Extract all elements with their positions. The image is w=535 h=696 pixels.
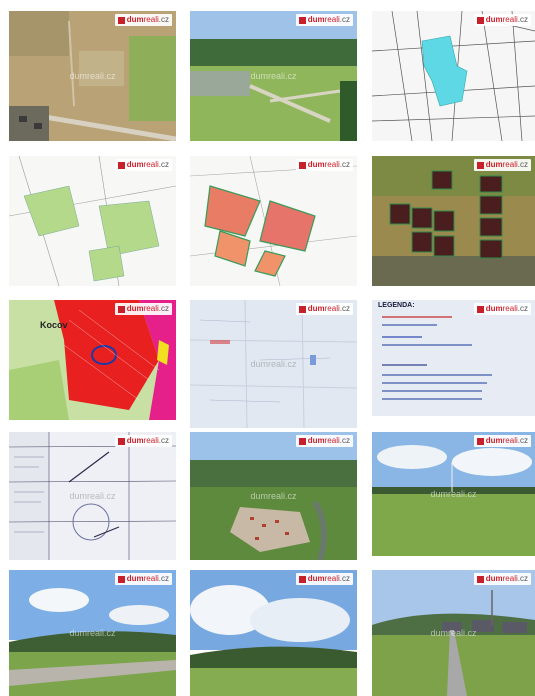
watermark-text: dumreali.cz: [69, 628, 116, 638]
document-text-line: [382, 390, 482, 392]
logo-icon: [117, 305, 125, 313]
watermark-text: dumreali.cz: [250, 491, 297, 501]
map-place-label: Kocov: [40, 320, 68, 330]
document-text-line: [382, 398, 482, 400]
watermark-logo: dum reali .cz: [295, 14, 353, 26]
watermark-text: dumreali.cz: [430, 489, 477, 499]
gallery-photo-2[interactable]: dum reali .cz dumreali.cz: [190, 11, 357, 141]
gallery-photo-14[interactable]: dum reali .cz: [190, 570, 357, 696]
logo-icon: [476, 575, 484, 583]
gallery-photo-10[interactable]: dum reali .cz dumreali.cz: [9, 432, 176, 560]
watermark-logo: dum reali .cz: [473, 303, 531, 315]
watermark-logo: dum reali .cz: [295, 435, 353, 447]
gallery-photo-3[interactable]: dum reali .cz: [372, 11, 535, 141]
gallery-photo-1[interactable]: dum reali .cz dumreali.cz: [9, 11, 176, 141]
plot-plan-image: [9, 156, 176, 286]
photo-gallery: dum reali .cz dumreali.cz dum reali .cz dumr…: [0, 0, 535, 696]
logo-icon: [117, 161, 125, 169]
gallery-photo-7[interactable]: Kocov dum reali .cz: [9, 300, 176, 420]
watermark-logo: dum reali .cz: [295, 303, 353, 315]
aerial-plots-image: [372, 156, 535, 286]
watermark-logo: dum reali .cz: [114, 435, 172, 447]
gallery-photo-5[interactable]: dum reali .cz: [190, 156, 357, 286]
watermark-text: dumreali.cz: [430, 628, 477, 638]
logo-icon: [117, 16, 125, 24]
gallery-photo-15[interactable]: dum reali .cz dumreali.cz: [372, 570, 535, 696]
watermark-text: dumreali.cz: [69, 491, 116, 501]
watermark-logo: dum reali .cz: [473, 14, 531, 26]
zoning-map-image: [9, 300, 176, 420]
gallery-photo-6[interactable]: dum reali .cz: [372, 156, 535, 286]
plot-plan-image: [190, 156, 357, 286]
logo-icon: [298, 161, 306, 169]
watermark-logo: dum reali .cz: [114, 159, 172, 171]
logo-icon: [298, 575, 306, 583]
document-text-line: [382, 324, 437, 326]
gallery-photo-13[interactable]: dum reali .cz dumreali.cz: [9, 570, 176, 696]
watermark-logo: dum reali .cz: [295, 159, 353, 171]
gallery-photo-11[interactable]: dum reali .cz dumreali.cz: [190, 432, 357, 560]
watermark-logo: dum reali .cz: [295, 573, 353, 585]
cloudy-meadow-image: [190, 570, 357, 696]
logo-icon: [476, 437, 484, 445]
watermark-logo: dum reali .cz: [473, 159, 531, 171]
logo-icon: [117, 437, 125, 445]
watermark-logo: dum reali .cz: [114, 303, 172, 315]
document-text-line: [382, 364, 427, 366]
logo-icon: [476, 16, 484, 24]
document-text-line: [382, 316, 452, 318]
watermark-logo: dum reali .cz: [114, 14, 172, 26]
gallery-photo-8[interactable]: dum reali .cz dumreali.cz: [190, 300, 357, 428]
watermark-text: dumreali.cz: [250, 71, 297, 81]
gallery-photo-9[interactable]: LEGENDA: dum reali .cz: [372, 300, 535, 416]
logo-icon: [476, 161, 484, 169]
logo-icon: [298, 16, 306, 24]
watermark-text: dumreali.cz: [250, 359, 297, 369]
document-text-line: [382, 336, 422, 338]
logo-icon: [298, 305, 306, 313]
watermark-text: dumreali.cz: [69, 71, 116, 81]
gallery-photo-4[interactable]: dum reali .cz: [9, 156, 176, 286]
logo-icon: [117, 575, 125, 583]
document-text-line: [382, 382, 487, 384]
logo-icon: [298, 437, 306, 445]
logo-icon: [476, 305, 484, 313]
gallery-photo-12[interactable]: dum reali .cz dumreali.cz: [372, 432, 535, 556]
watermark-logo: dum reali .cz: [473, 435, 531, 447]
document-text-line: [382, 344, 472, 346]
watermark-logo: dum reali .cz: [473, 573, 531, 585]
document-text-line: [382, 374, 492, 376]
cadastral-map-image: [372, 11, 535, 141]
document-legend-title: LEGENDA:: [378, 302, 415, 309]
watermark-logo: dum reali .cz: [114, 573, 172, 585]
